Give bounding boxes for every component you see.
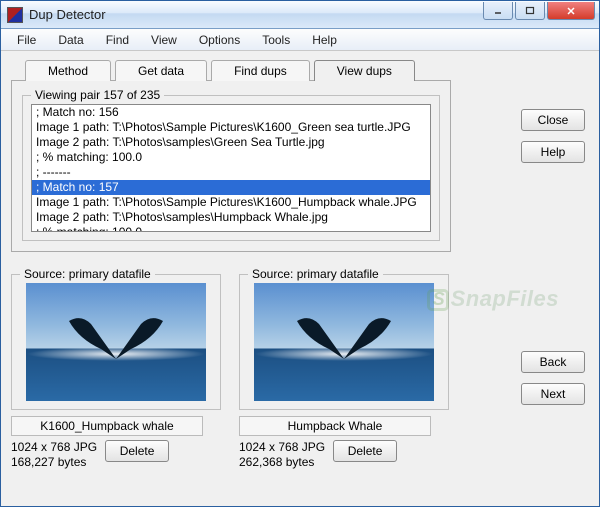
preview-row: Source: primary datafile K1600_Humpback … xyxy=(11,264,451,470)
preview-2-dims: 1024 x 768 JPG xyxy=(239,440,325,455)
match-listbox[interactable]: ; Match no: 156 Image 1 path: T:\Photos\… xyxy=(31,104,431,232)
minimize-button[interactable] xyxy=(483,2,513,20)
preview-1-size: 168,227 bytes xyxy=(11,455,97,470)
list-item[interactable]: Image 2 path: T:\Photos\samples\Humpback… xyxy=(32,210,430,225)
preview-1: Source: primary datafile K1600_Humpback … xyxy=(11,264,221,470)
delete-button-2[interactable]: Delete xyxy=(333,440,397,462)
app-icon xyxy=(7,7,23,23)
preview-2-info: 1024 x 768 JPG 262,368 bytes xyxy=(239,440,325,470)
close-button[interactable]: Close xyxy=(521,109,585,131)
maximize-button[interactable] xyxy=(515,2,545,20)
list-item[interactable]: ; % matching: 100.0 xyxy=(32,150,430,165)
viewing-group-title: Viewing pair 157 of 235 xyxy=(31,88,164,102)
menu-file[interactable]: File xyxy=(7,31,46,49)
menu-view[interactable]: View xyxy=(141,31,187,49)
preview-1-group: Source: primary datafile xyxy=(11,274,221,410)
side-buttons: Close Help xyxy=(521,109,585,163)
delete-button-1[interactable]: Delete xyxy=(105,440,169,462)
preview-2: Source: primary datafile Humpback Whale xyxy=(239,264,449,470)
preview-1-info: 1024 x 768 JPG 168,227 bytes xyxy=(11,440,97,470)
tabstrip: Method Get data Find dups View dups xyxy=(25,59,451,80)
tab-panel: Viewing pair 157 of 235 ; Match no: 156 … xyxy=(11,80,451,252)
preview-2-image xyxy=(254,283,434,401)
titlebar[interactable]: Dup Detector xyxy=(1,1,599,29)
tab-method[interactable]: Method xyxy=(25,60,111,81)
app-window: Dup Detector File Data Find View Options… xyxy=(0,0,600,507)
preview-1-source: Source: primary datafile xyxy=(20,267,155,281)
tab-find-dups[interactable]: Find dups xyxy=(211,60,310,81)
preview-2-group: Source: primary datafile xyxy=(239,274,449,410)
help-button[interactable]: Help xyxy=(521,141,585,163)
menubar: File Data Find View Options Tools Help xyxy=(1,29,599,51)
list-item[interactable]: Image 1 path: T:\Photos\Sample Pictures\… xyxy=(32,195,430,210)
list-item[interactable]: ; % matching: 100.0 xyxy=(32,225,430,232)
window-title: Dup Detector xyxy=(29,7,483,22)
tab-get-data[interactable]: Get data xyxy=(115,60,207,81)
preview-2-source: Source: primary datafile xyxy=(248,267,383,281)
menu-tools[interactable]: Tools xyxy=(252,31,300,49)
preview-1-dims: 1024 x 768 JPG xyxy=(11,440,97,455)
list-item[interactable]: ; Match no: 156 xyxy=(32,105,430,120)
preview-2-filename: Humpback Whale xyxy=(239,416,431,436)
list-item-selected[interactable]: ; Match no: 157 xyxy=(32,180,430,195)
menu-help[interactable]: Help xyxy=(302,31,347,49)
close-window-button[interactable] xyxy=(547,2,595,20)
list-item[interactable]: Image 1 path: T:\Photos\Sample Pictures\… xyxy=(32,120,430,135)
viewing-group: Viewing pair 157 of 235 ; Match no: 156 … xyxy=(22,95,440,241)
preview-1-image xyxy=(26,283,206,401)
next-button[interactable]: Next xyxy=(521,383,585,405)
back-button[interactable]: Back xyxy=(521,351,585,373)
menu-find[interactable]: Find xyxy=(96,31,139,49)
list-item[interactable]: Image 2 path: T:\Photos\samples\Green Se… xyxy=(32,135,430,150)
tab-view-dups[interactable]: View dups xyxy=(314,60,415,81)
preview-2-size: 262,368 bytes xyxy=(239,455,325,470)
menu-data[interactable]: Data xyxy=(48,31,93,49)
list-item[interactable]: ; ------- xyxy=(32,165,430,180)
client-area: Method Get data Find dups View dups View… xyxy=(1,51,599,506)
menu-options[interactable]: Options xyxy=(189,31,250,49)
preview-1-filename: K1600_Humpback whale xyxy=(11,416,203,436)
nav-buttons: Back Next xyxy=(521,351,585,405)
